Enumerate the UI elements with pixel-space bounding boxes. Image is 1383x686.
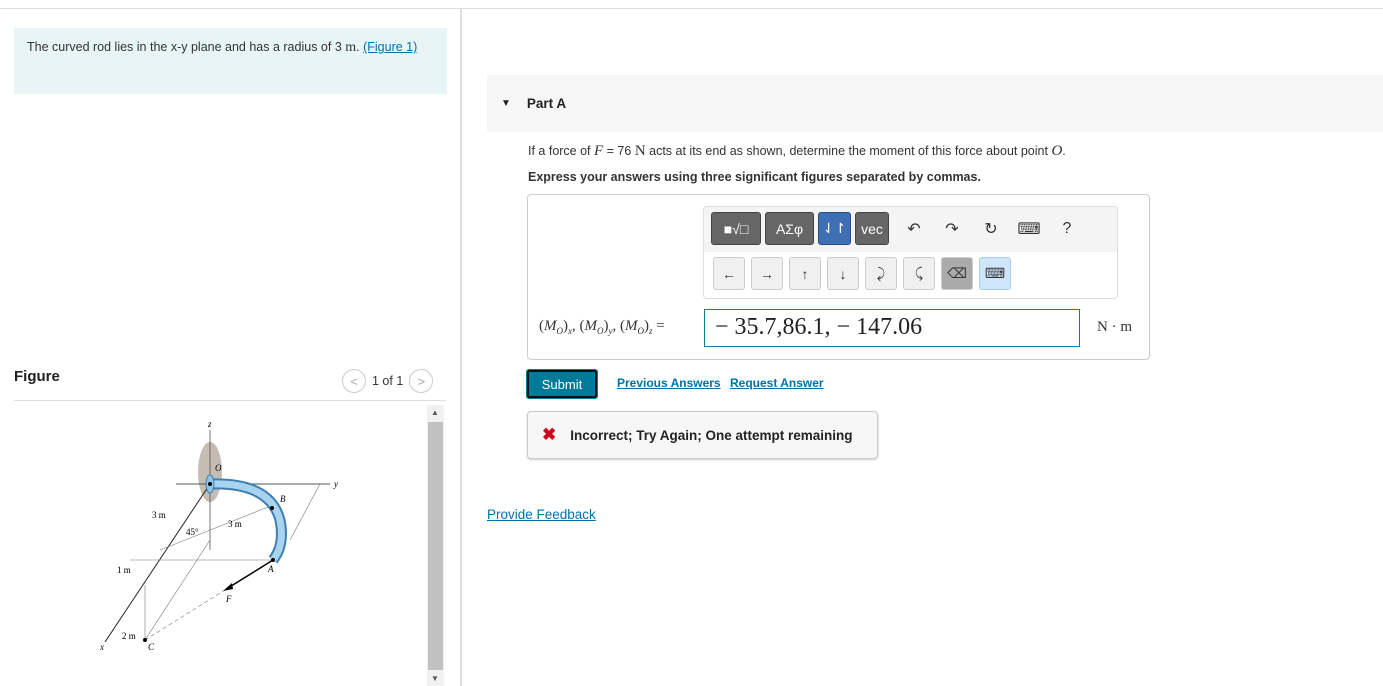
q-end: .	[1062, 144, 1066, 158]
dim-3m-a: 3 m	[152, 510, 166, 520]
cursor-down-button[interactable]: ↓	[827, 257, 859, 290]
z-label: z	[207, 419, 212, 429]
figure-divider	[14, 400, 446, 401]
reset-icon[interactable]: ↻	[977, 212, 1005, 245]
question-text: If a force of F = 76 N acts at its end a…	[528, 143, 1066, 160]
intro-unit: m	[345, 40, 357, 55]
undo-icon[interactable]: ↶	[900, 212, 928, 245]
feedback-message: ✖ Incorrect; Try Again; One attempt rema…	[527, 411, 878, 459]
scroll-up-icon[interactable]: ▲	[431, 408, 439, 417]
figure-scrollbar[interactable]: ▲ ▼	[427, 405, 444, 686]
help-icon[interactable]: ?	[1053, 212, 1081, 245]
part-a-header[interactable]: ▼ Part A	[487, 75, 1383, 132]
scroll-down-icon[interactable]: ▼	[431, 674, 439, 683]
templates-button[interactable]: ■√□	[711, 212, 761, 245]
top-divider	[0, 8, 1383, 9]
O-label: O	[215, 463, 222, 473]
figure-page-count: 1 of 1	[372, 374, 404, 388]
cursor-left-button[interactable]: ←	[713, 257, 745, 290]
next-figure-button[interactable]: >	[409, 369, 434, 393]
figure-link[interactable]: (Figure 1)	[363, 40, 417, 54]
intro-text: The curved rod lies in the x-y plane and…	[27, 40, 346, 54]
q-point: O	[1051, 143, 1063, 159]
scrollbar-thumb[interactable]	[428, 422, 443, 670]
collapse-triangle-icon: ▼	[501, 98, 511, 109]
figure-heading: Figure	[14, 368, 60, 385]
problem-intro: The curved rod lies in the x-y plane and…	[14, 28, 447, 94]
redo-icon[interactable]: ↷	[938, 212, 966, 245]
cursor-right-button[interactable]: →	[751, 257, 783, 290]
pane-divider[interactable]	[460, 9, 462, 686]
dim-3m-b: 3 m	[228, 519, 242, 529]
vec-button[interactable]: vec	[855, 212, 889, 245]
arrows-button[interactable]: ⇃↾	[818, 212, 851, 245]
incorrect-x-icon: ✖	[542, 425, 557, 444]
answer-input[interactable]: − 35.7,86.1, − 147.06	[704, 309, 1080, 347]
figure-image: z y x O B A F C 3 m 3 m 45° 1 m 2 m	[99, 419, 338, 652]
part-title: Part A	[526, 96, 567, 111]
x-label: x	[99, 642, 104, 652]
keyboard-toggle-button[interactable]: ⌨	[979, 257, 1011, 290]
move-out-button[interactable]: ⤸	[865, 257, 897, 290]
greek-button[interactable]: ΑΣφ	[765, 212, 814, 245]
answer-label: (MO)x, (MO)y, (MO)z =	[539, 318, 665, 336]
instruction: Express your answers using three signifi…	[528, 170, 981, 184]
prev-figure-button[interactable]: <	[342, 369, 366, 393]
q-pre: If a force of	[528, 144, 595, 158]
B-label: B	[280, 494, 286, 504]
cursor-up-button[interactable]: ↑	[789, 257, 821, 290]
C-label: C	[148, 642, 155, 652]
request-answer-link[interactable]: Request Answer	[730, 376, 824, 390]
keyboard-icon[interactable]: ⌨	[1015, 212, 1043, 245]
q-eq: = 76	[603, 144, 635, 158]
move-in-button[interactable]: ⤹	[903, 257, 935, 290]
backspace-button[interactable]: ⌫	[941, 257, 973, 290]
figure-pager: < 1 of 1 >	[342, 369, 434, 393]
previous-answers-link[interactable]: Previous Answers	[617, 376, 721, 390]
A-label: A	[267, 564, 274, 574]
angle-label: 45°	[186, 527, 199, 537]
y-label: y	[333, 479, 338, 489]
submit-button[interactable]: Submit	[526, 369, 598, 399]
feedback-text: Incorrect; Try Again; One attempt remain…	[570, 427, 853, 443]
dim-2m: 2 m	[122, 631, 136, 641]
answer-unit: N · m	[1097, 319, 1132, 335]
math-toolbar: ■√□ ΑΣφ ⇃↾ vec ↶ ↷ ↻ ⌨ ? ← → ↑ ↓ ⤸ ⤹ ⌫ ⌨	[703, 206, 1118, 299]
dim-1m: 1 m	[117, 565, 131, 575]
q-unit: N	[634, 143, 646, 159]
q-var: F	[594, 143, 604, 159]
F-label: F	[225, 594, 232, 604]
q-post: acts at its end as shown, determine the …	[645, 144, 1052, 158]
provide-feedback-link[interactable]: Provide Feedback	[487, 507, 596, 522]
